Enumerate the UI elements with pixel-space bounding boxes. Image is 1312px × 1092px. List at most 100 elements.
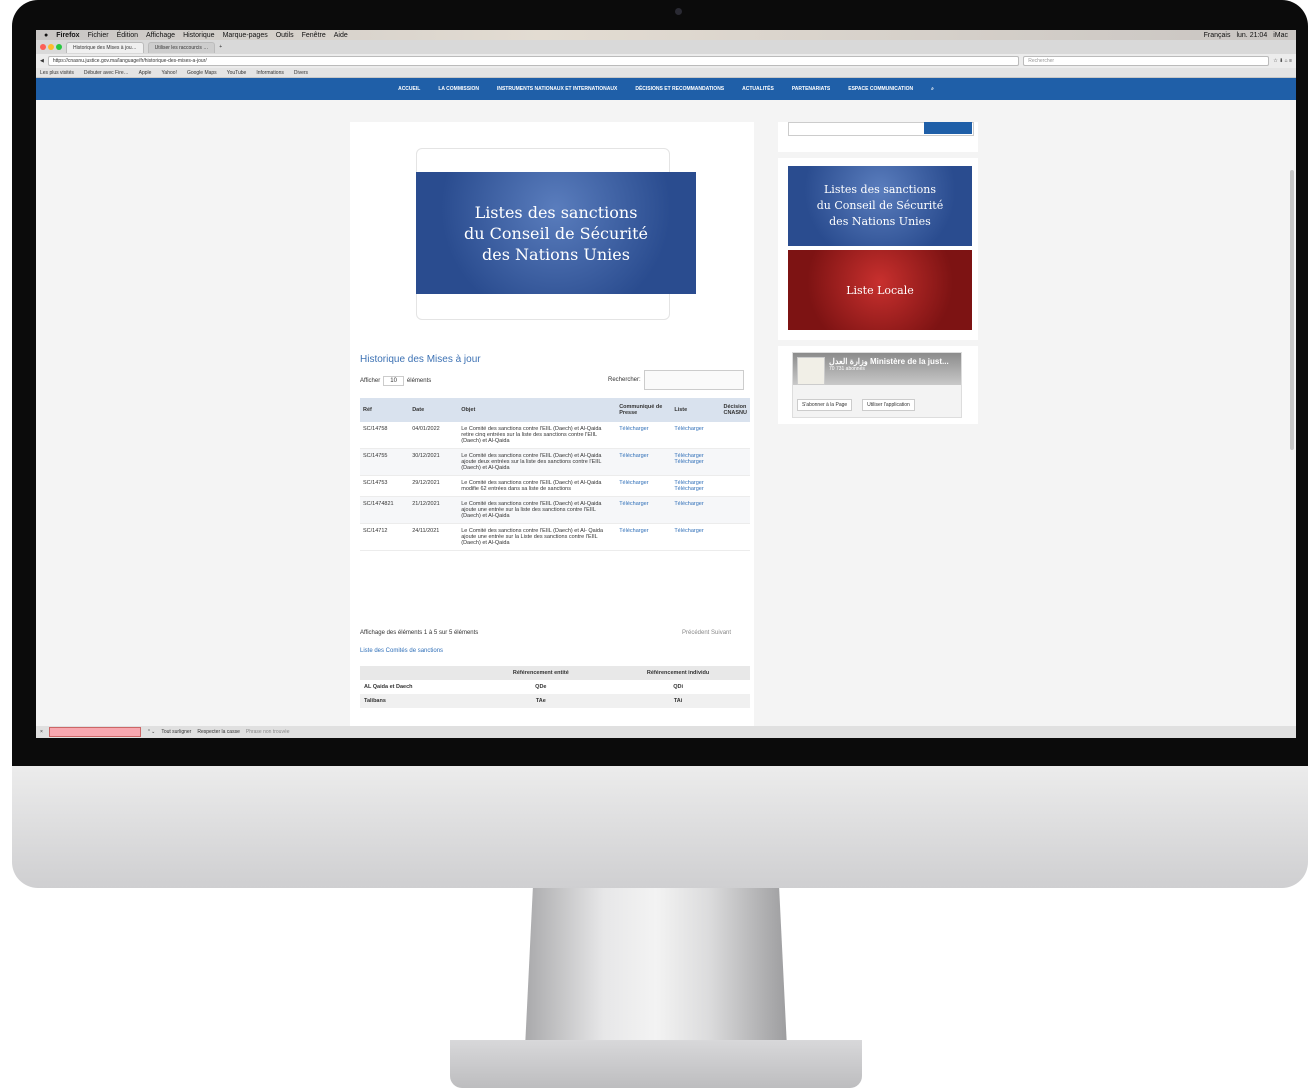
cell-date: 30/12/2021: [409, 448, 459, 476]
cell-decision: [720, 422, 750, 449]
filter-label: Rechercher:: [608, 377, 641, 383]
fb-app-button[interactable]: Utiliser l'application: [862, 399, 915, 411]
press-download-link[interactable]: Télécharger: [616, 523, 672, 551]
ref-cell: TAe: [475, 694, 607, 708]
new-tab-icon[interactable]: +: [219, 44, 222, 50]
back-icon[interactable]: ◀: [40, 58, 44, 64]
tab-historique[interactable]: Historique des Mises à jou…: [66, 41, 144, 53]
cell-ref: SC/14755: [360, 448, 410, 476]
un-sanctions-link[interactable]: Listes des sanctions du Conseil de Sécuri…: [788, 166, 972, 246]
list-download-link[interactable]: Télécharger Télécharger: [671, 475, 721, 497]
bookmark-folder[interactable]: Divers: [294, 70, 308, 76]
nav-item[interactable]: ACTUALITÉS: [742, 86, 774, 92]
press-download-link[interactable]: Télécharger: [616, 475, 672, 497]
cell-date: 04/01/2022: [409, 422, 459, 449]
prev-button[interactable]: Précédent: [682, 630, 709, 636]
col-date[interactable]: Date: [409, 398, 459, 422]
col-list[interactable]: Liste: [671, 398, 721, 422]
close-window-icon[interactable]: [40, 44, 46, 50]
fb-page-title[interactable]: وزارة العدل Ministère de la just...: [829, 357, 949, 366]
bookmark[interactable]: Yahoo!: [161, 70, 176, 76]
banner-line: Listes des sanctions: [474, 202, 638, 222]
sidebar-search-button[interactable]: [924, 122, 972, 134]
col-ref[interactable]: Réf: [360, 398, 410, 422]
banner-line: des Nations Unies: [482, 244, 630, 264]
page-length: Afficher 10 éléments: [360, 376, 431, 386]
list-download-link[interactable]: Télécharger Télécharger: [671, 448, 721, 476]
list-download-link[interactable]: Télécharger: [671, 422, 721, 449]
menu-item[interactable]: Édition: [117, 32, 138, 39]
tab-raccourcis[interactable]: Utiliser les raccourcis …: [147, 41, 216, 53]
fb-followers: 70 731 abonnés: [829, 366, 865, 372]
cell-ref: SC/14758: [360, 422, 410, 449]
cell-date: 29/12/2021: [409, 475, 459, 497]
bookmark[interactable]: Les plus visités: [40, 70, 74, 76]
cell-ref: SC/1474821: [360, 496, 410, 524]
ref-cell: AL Qaida et Daech: [364, 684, 413, 690]
filter-input[interactable]: [643, 370, 744, 390]
committees-link[interactable]: Liste des Comités de sanctions: [360, 648, 443, 654]
nav-item[interactable]: ESPACE COMMUNICATION: [848, 86, 913, 92]
user-name[interactable]: iMac: [1273, 32, 1288, 39]
zoom-window-icon[interactable]: [56, 44, 62, 50]
nav-item[interactable]: PARTENARIATS: [792, 86, 830, 92]
bookmark-folder[interactable]: Informations: [256, 70, 284, 76]
col-press[interactable]: Communiqué de Presse: [616, 398, 672, 422]
page: Listes des sanctions du Conseil de Sécuri…: [36, 122, 1296, 726]
bookmark[interactable]: Apple: [139, 70, 152, 76]
menu-item[interactable]: Fichier: [88, 32, 109, 39]
table-row: AL Qaida et Daech QDe QDi: [360, 680, 750, 694]
match-case[interactable]: Respecter la casse: [197, 729, 240, 735]
minimize-window-icon[interactable]: [48, 44, 54, 50]
press-download-link[interactable]: Télécharger: [616, 448, 672, 476]
local-list-link[interactable]: Liste Locale: [788, 250, 972, 330]
list-download-link[interactable]: Télécharger: [671, 523, 721, 551]
menu-item[interactable]: Marque-pages: [223, 32, 268, 39]
url-input[interactable]: https://cnasnu.justice.gov.ma/language/f…: [47, 56, 1020, 66]
reference-table: Référencement entité Référencement indivi…: [360, 666, 750, 708]
nav-item[interactable]: DÉCISIONS ET RECOMMANDATIONS: [635, 86, 724, 92]
close-icon[interactable]: ×: [40, 729, 43, 735]
find-nav-icon[interactable]: ⌃⌄: [147, 729, 155, 735]
fb-follow-button[interactable]: S'abonner à la Page: [797, 399, 853, 411]
press-download-link[interactable]: Télécharger: [616, 422, 672, 449]
nav-item[interactable]: INSTRUMENTS NATIONAUX ET INTERNATIONAUX: [497, 86, 617, 92]
un-sanctions-banner[interactable]: Listes des sanctions du Conseil de Sécuri…: [416, 172, 696, 294]
search-input[interactable]: Rechercher: [1023, 56, 1270, 66]
show-suffix: éléments: [406, 378, 432, 384]
ref-cell: TAi: [606, 694, 750, 708]
cell-ref: SC/14753: [360, 475, 410, 497]
clock[interactable]: lun. 21:04: [1236, 32, 1267, 39]
menu-item[interactable]: Aide: [334, 32, 348, 39]
scrollbar[interactable]: [1290, 170, 1294, 450]
menu-item[interactable]: Fenêtre: [302, 32, 326, 39]
highlight-all[interactable]: Tout surligner: [161, 729, 191, 735]
menu-app[interactable]: Firefox: [56, 32, 79, 39]
facebook-widget: وزارة العدل Ministère de la just... 70 73…: [792, 352, 962, 418]
col-objet[interactable]: Objet: [458, 398, 617, 422]
find-bar: × ⌃⌄ Tout surligner Respecter la casse P…: [36, 726, 1296, 738]
search-icon[interactable]: ⌕: [931, 86, 934, 92]
nav-item[interactable]: LA COMMISSION: [438, 86, 479, 92]
apple-icon[interactable]: ●: [44, 32, 48, 39]
col-decision[interactable]: Décision CNASNU: [720, 398, 750, 422]
nav-item[interactable]: ACCUEIL: [398, 86, 420, 92]
input-language[interactable]: Français: [1204, 32, 1231, 39]
table-row: SC/14755 30/12/2021 Le Comité des sanction…: [360, 448, 750, 476]
bookmark[interactable]: Débuter avec Fire…: [84, 70, 129, 76]
find-input[interactable]: [48, 727, 141, 737]
list-download-link[interactable]: Télécharger: [671, 496, 721, 524]
menu-item[interactable]: Outils: [276, 32, 294, 39]
press-download-link[interactable]: Télécharger: [616, 496, 672, 524]
table-row: Talibans TAe TAi: [360, 694, 750, 708]
menu-item[interactable]: Affichage: [146, 32, 175, 39]
cell-objet: Le Comité des sanctions contre l'EIIL (D…: [458, 523, 617, 551]
bookmark[interactable]: Google Maps: [187, 70, 217, 76]
page-length-select[interactable]: 10: [383, 376, 404, 386]
cell-date: 24/11/2021: [409, 523, 459, 551]
bookmark[interactable]: YouTube: [227, 70, 247, 76]
menu-item[interactable]: Historique: [183, 32, 215, 39]
ref-cell: QDe: [535, 684, 547, 690]
toolbar-icons[interactable]: ☆ ⬇ ⌂ ≡: [1273, 58, 1292, 64]
next-button[interactable]: Suivant: [711, 630, 731, 636]
